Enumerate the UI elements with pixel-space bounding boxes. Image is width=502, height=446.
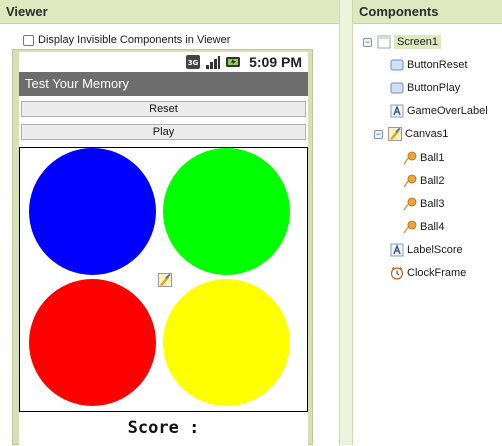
phone-preview: 3G 5:09 PM Test Your Memory Reset Play S… bbox=[12, 49, 313, 446]
tree-item-ball3[interactable]: Ball3 bbox=[403, 197, 444, 211]
panel-splitter[interactable] bbox=[339, 0, 353, 445]
collapse-toggle-icon[interactable]: − bbox=[374, 129, 383, 139]
tree-item-label: Ball3 bbox=[420, 198, 445, 210]
ball-4[interactable] bbox=[163, 279, 290, 406]
play-button[interactable]: Play bbox=[21, 124, 306, 140]
viewer-header-label: Viewer bbox=[6, 4, 48, 19]
app-screen: Test Your Memory Reset Play Score : bbox=[19, 72, 308, 446]
tree-item-ball1[interactable]: Ball1 bbox=[403, 151, 444, 165]
tree-item-canvas1[interactable]: − Canvas1 bbox=[374, 127, 448, 141]
status-time: 5:09 PM bbox=[249, 54, 302, 70]
ball-icon bbox=[403, 197, 417, 211]
phone-status-bar: 3G 5:09 PM bbox=[19, 52, 308, 72]
ball-icon bbox=[403, 174, 417, 188]
ball-icon bbox=[403, 151, 417, 165]
tree-item-label: Ball4 bbox=[420, 221, 445, 233]
tree-item-labelscore[interactable]: LabelScore bbox=[390, 243, 463, 257]
tree-item-buttonplay[interactable]: ButtonPlay bbox=[390, 81, 460, 95]
display-invisible-label: Display Invisible Components in Viewer bbox=[38, 34, 231, 46]
ball-3[interactable] bbox=[29, 279, 156, 406]
score-label: Score : bbox=[127, 418, 200, 438]
viewer-header: Viewer bbox=[0, 0, 339, 24]
tree-item-label: ButtonPlay bbox=[407, 82, 461, 94]
collapse-toggle-icon[interactable]: − bbox=[363, 37, 372, 47]
tree-item-label: Ball1 bbox=[420, 152, 445, 164]
signal-strength-icon bbox=[205, 54, 221, 70]
tree-item-clockframe[interactable]: ClockFrame bbox=[390, 266, 466, 280]
canvas-background-icon bbox=[158, 273, 172, 287]
screen-title: Test Your Memory bbox=[19, 72, 308, 96]
canvas-icon bbox=[388, 127, 402, 141]
viewer-panel: Display Invisible Components in Viewer 3… bbox=[0, 24, 339, 446]
tree-item-label: Screen1 bbox=[394, 35, 441, 49]
network-3g-icon: 3G bbox=[185, 54, 201, 70]
ball-2[interactable] bbox=[163, 148, 290, 275]
tree-item-ball4[interactable]: Ball4 bbox=[403, 220, 444, 234]
components-header-label: Components bbox=[359, 4, 439, 19]
reset-button[interactable]: Reset bbox=[21, 101, 306, 117]
battery-icon bbox=[225, 54, 241, 70]
tree-item-gameoverlabel[interactable]: GameOverLabel bbox=[390, 104, 488, 118]
components-panel: − Screen1 ButtonReset ButtonPlay GameOve… bbox=[353, 24, 502, 445]
tree-item-label: ButtonReset bbox=[407, 59, 468, 71]
tree-item-label: LabelScore bbox=[407, 244, 463, 256]
tree-item-label: Canvas1 bbox=[405, 128, 449, 140]
svg-text:3G: 3G bbox=[188, 59, 199, 67]
canvas[interactable] bbox=[19, 147, 308, 412]
ball-1[interactable] bbox=[29, 148, 156, 275]
screen-icon bbox=[377, 35, 391, 49]
ball-icon bbox=[403, 220, 417, 234]
button-icon bbox=[390, 58, 404, 72]
tree-item-screen1[interactable]: − Screen1 bbox=[363, 35, 441, 49]
display-invisible-checkbox[interactable] bbox=[23, 34, 34, 46]
tree-item-label: ClockFrame bbox=[407, 267, 467, 279]
tree-item-label: Ball2 bbox=[420, 175, 445, 187]
components-header: Components bbox=[353, 0, 502, 24]
display-invisible-option[interactable]: Display Invisible Components in Viewer bbox=[23, 32, 230, 48]
tree-item-buttonreset[interactable]: ButtonReset bbox=[390, 58, 468, 72]
button-icon bbox=[390, 81, 404, 95]
label-icon bbox=[390, 104, 404, 118]
tree-item-label: GameOverLabel bbox=[407, 105, 488, 117]
clock-icon bbox=[390, 266, 404, 280]
tree-item-ball2[interactable]: Ball2 bbox=[403, 174, 444, 188]
label-icon bbox=[390, 243, 404, 257]
